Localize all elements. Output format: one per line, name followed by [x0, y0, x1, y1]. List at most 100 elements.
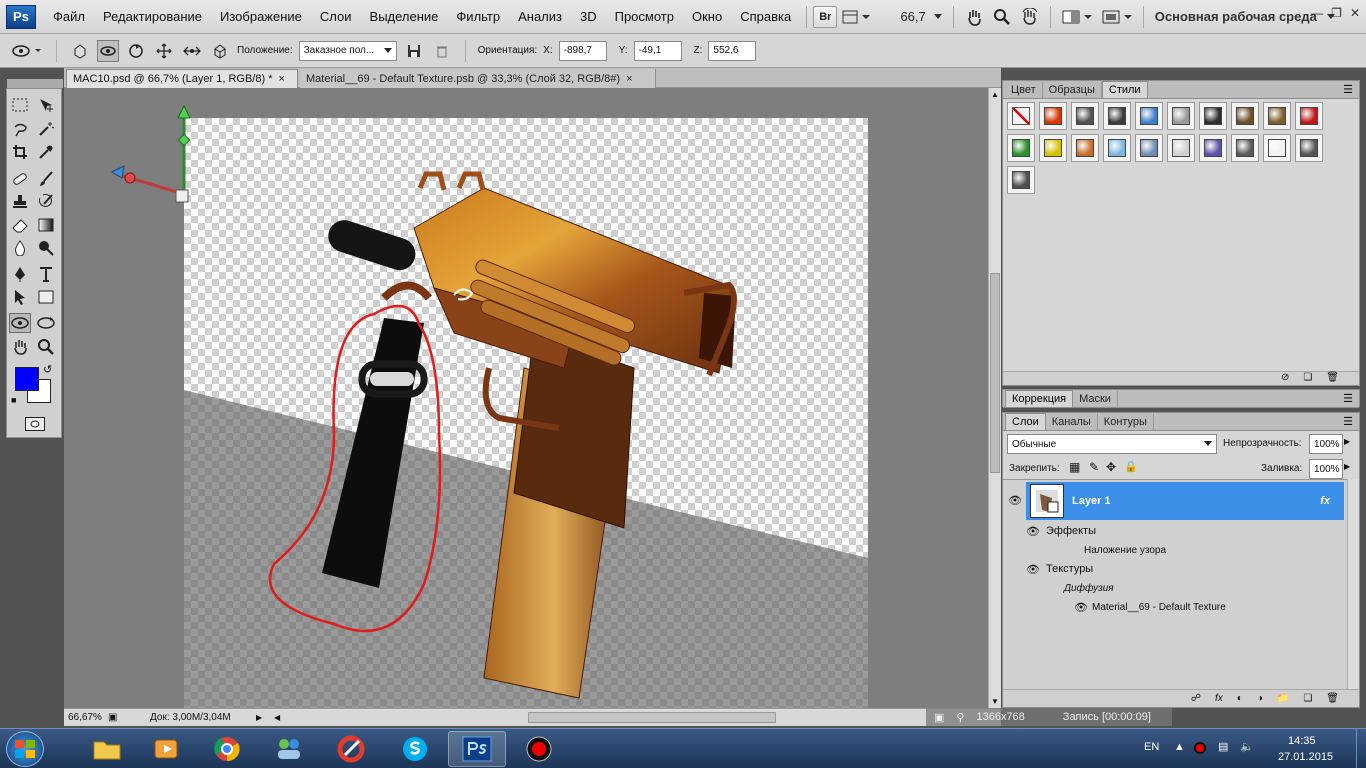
horizontal-scroll-thumb[interactable]: [528, 712, 776, 723]
eraser-tool[interactable]: [9, 215, 31, 235]
layer-name[interactable]: Layer 1: [1072, 495, 1111, 507]
new-group-icon[interactable]: 📁: [1277, 693, 1289, 704]
swap-colors-icon[interactable]: ↺: [43, 363, 52, 376]
tab-paths[interactable]: Контуры: [1098, 414, 1154, 430]
3d-object-pan-button[interactable]: [153, 40, 175, 62]
blend-mode-dropdown[interactable]: Обычные: [1007, 434, 1217, 454]
document-canvas[interactable]: [184, 118, 868, 708]
rotate-view-button[interactable]: [1016, 6, 1044, 28]
position-dropdown[interactable]: Заказное пол...: [298, 40, 397, 61]
screen-mode-button[interactable]: [1097, 6, 1137, 28]
type-tool[interactable]: [35, 264, 57, 284]
vertical-scrollbar[interactable]: ▲ ▼: [988, 88, 1001, 708]
eye-icon[interactable]: 👁: [1026, 525, 1046, 538]
pen-tool[interactable]: [9, 264, 31, 284]
clone-stamp-tool[interactable]: [9, 192, 31, 212]
panel-menu-icon[interactable]: ☰: [1343, 415, 1353, 428]
lasso-tool[interactable]: [9, 119, 31, 139]
trash-icon[interactable]: 🗑: [1326, 372, 1339, 385]
style-swatch[interactable]: [1135, 102, 1163, 130]
start-button[interactable]: [6, 731, 44, 767]
menu-window[interactable]: Окно: [683, 9, 731, 24]
marquee-tool[interactable]: [9, 95, 31, 115]
lock-pixels-icon[interactable]: ✎: [1089, 460, 1099, 474]
eyedropper-tool[interactable]: [35, 142, 57, 162]
taskbar-media-player[interactable]: [138, 731, 196, 767]
menu-layers[interactable]: Слои: [311, 9, 361, 24]
style-swatch[interactable]: [1295, 134, 1323, 162]
panel-menu-icon[interactable]: ☰: [1343, 83, 1353, 96]
tab-styles[interactable]: Стили: [1101, 81, 1148, 98]
foreground-color-swatch[interactable]: [15, 367, 39, 391]
volume-icon[interactable]: 🔈: [1240, 740, 1254, 753]
scroll-thumb[interactable]: [990, 273, 1000, 473]
style-swatch[interactable]: [1167, 134, 1195, 162]
arrange-documents-button[interactable]: [1057, 6, 1097, 28]
style-swatch[interactable]: [1231, 134, 1259, 162]
show-desktop-button[interactable]: [1356, 729, 1366, 768]
style-swatch[interactable]: [1231, 102, 1259, 130]
x-field[interactable]: -898,7: [558, 40, 607, 61]
zoom-level-dropdown[interactable]: 66,7: [895, 6, 946, 28]
3d-axis-widget[interactable]: [104, 102, 214, 212]
blur-tool[interactable]: [9, 238, 31, 258]
canvas-area[interactable]: [64, 88, 988, 708]
clear-style-icon[interactable]: ⊘: [1281, 372, 1289, 385]
eye-icon[interactable]: 👁: [1004, 482, 1026, 520]
scroll-up-arrow[interactable]: ▲: [991, 90, 999, 99]
zoom-tool-button[interactable]: [988, 6, 1016, 28]
add-style-icon[interactable]: fx: [1215, 693, 1223, 704]
menu-analysis[interactable]: Анализ: [509, 9, 571, 24]
layers-scrollbar[interactable]: [1347, 479, 1359, 689]
3d-object-scale-button[interactable]: [209, 40, 231, 62]
lock-position-icon[interactable]: ✥: [1106, 460, 1116, 474]
tool-preset-picker[interactable]: [10, 40, 44, 62]
menu-help[interactable]: Справка: [731, 9, 800, 24]
bridge-button[interactable]: Br: [813, 5, 838, 28]
style-swatch[interactable]: [1199, 134, 1227, 162]
style-swatch[interactable]: [1263, 102, 1291, 130]
hscroll-left-arrow[interactable]: ◀: [274, 713, 288, 722]
y-field[interactable]: -49,1: [633, 40, 682, 61]
taskbar-recorder[interactable]: [510, 731, 568, 767]
status-menu-arrow[interactable]: ▶: [256, 713, 270, 722]
crop-tool[interactable]: [9, 142, 31, 162]
style-swatch[interactable]: [1295, 102, 1323, 130]
magic-wand-tool[interactable]: [35, 119, 57, 139]
3d-object-slide-button[interactable]: [181, 40, 203, 62]
healing-brush-tool[interactable]: [9, 169, 31, 189]
tab-layers[interactable]: Слои: [1005, 413, 1046, 430]
adjustment-layer-icon[interactable]: ◑: [1257, 693, 1263, 704]
style-swatch[interactable]: [1263, 134, 1291, 162]
tab-channels[interactable]: Каналы: [1046, 414, 1098, 430]
material-texture-row[interactable]: 👁 Material__69 - Default Texture: [1004, 598, 1344, 616]
zoom-tool[interactable]: [35, 337, 57, 357]
default-colors-icon[interactable]: ■: [11, 395, 16, 405]
style-swatch[interactable]: [1071, 102, 1099, 130]
add-mask-icon[interactable]: ◐: [1237, 693, 1243, 704]
taskbar-photoshop[interactable]: [448, 731, 506, 767]
tray-arrow-icon[interactable]: ▲: [1174, 741, 1185, 753]
diffuse-row[interactable]: Диффузия: [1004, 579, 1344, 597]
fill-slider-arrow[interactable]: ▶: [1344, 462, 1350, 471]
close-icon[interactable]: ×: [278, 73, 284, 85]
layer-row-layer-1[interactable]: 👁 Layer 1 fx: [1004, 482, 1344, 520]
menu-image[interactable]: Изображение: [211, 9, 311, 24]
style-swatch[interactable]: [1103, 102, 1131, 130]
style-swatch[interactable]: [1007, 166, 1035, 194]
language-indicator[interactable]: EN: [1144, 741, 1159, 753]
taskbar-chrome[interactable]: [198, 731, 256, 767]
new-style-icon[interactable]: ❏: [1303, 372, 1312, 385]
close-icon[interactable]: ×: [626, 73, 632, 85]
scroll-down-arrow[interactable]: ▼: [991, 697, 999, 706]
hand-tool-button[interactable]: [960, 6, 988, 28]
tray-record-icon[interactable]: [1194, 742, 1206, 754]
taskbar-network-app[interactable]: [260, 731, 318, 767]
path-selection-tool[interactable]: [9, 287, 31, 307]
z-field[interactable]: 552,6: [708, 40, 757, 61]
quick-mask-button[interactable]: [25, 417, 45, 431]
return-to-initial-position-button[interactable]: [69, 40, 91, 62]
status-preview-icon[interactable]: ▣: [108, 712, 126, 723]
opacity-field[interactable]: 100%: [1309, 434, 1343, 454]
trash-icon[interactable]: 🗑: [1326, 693, 1339, 704]
